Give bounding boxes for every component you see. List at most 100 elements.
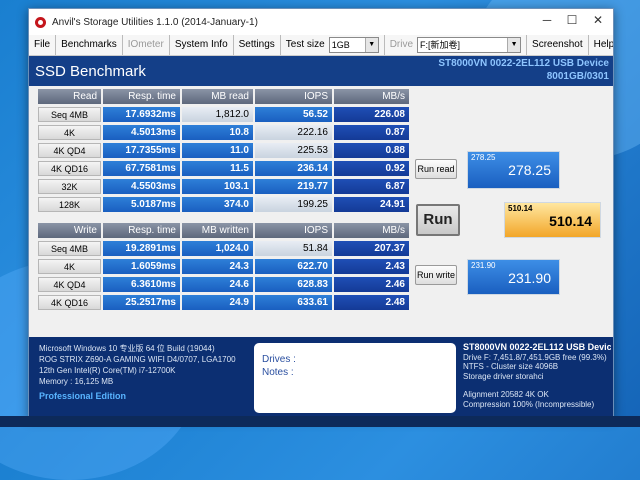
test-size-select[interactable]: 1GB ▼ <box>328 37 379 53</box>
mb-value: 1,024.0 <box>182 241 253 256</box>
write-header-mbs: MB/s <box>334 223 409 238</box>
page-title: SSD Benchmark <box>35 63 146 80</box>
write-score-small: 231.90 <box>471 261 496 270</box>
app-icon <box>35 16 46 28</box>
menu-iometer[interactable]: IOmeter <box>123 35 170 55</box>
menu-bar: File Benchmarks IOmeter System Info Sett… <box>29 35 613 56</box>
app-window: Anvil's Storage Utilities 1.1.0 (2014-Ja… <box>28 8 614 418</box>
run-read-button[interactable]: Run read <box>415 159 457 179</box>
total-score: 510.14 510.14 <box>504 202 601 238</box>
maximize-icon[interactable]: ☐ <box>559 13 585 27</box>
write-header-iops: IOPS <box>255 223 332 238</box>
write-header-resp: Resp. time <box>103 223 180 238</box>
run-button[interactable]: Run <box>416 204 460 236</box>
iops-value: 236.14 <box>255 161 332 176</box>
drive-select[interactable]: F:[新加卷] ▼ <box>417 37 522 53</box>
row-label: 4K <box>38 259 101 274</box>
row-label: 4K QD4 <box>38 143 101 158</box>
row-label: 4K <box>38 125 101 140</box>
iops-value: 51.84 <box>255 241 332 256</box>
resp-time-value: 67.7581ms <box>103 161 180 176</box>
read-score-small: 278.25 <box>471 153 496 162</box>
resp-time-value: 4.5503ms <box>103 179 180 194</box>
memory-info: Memory : 16,125 MB <box>39 377 114 386</box>
minimize-icon[interactable]: ─ <box>534 13 560 27</box>
iops-value: 225.53 <box>255 143 332 158</box>
edition-label: Professional Edition <box>39 391 127 401</box>
menu-screenshot[interactable]: Screenshot <box>527 35 589 55</box>
device-driver: Storage driver storahci <box>463 371 544 381</box>
mbs-value: 2.43 <box>334 259 409 274</box>
iops-value: 56.52 <box>255 107 332 122</box>
window-title: Anvil's Storage Utilities 1.1.0 (2014-Ja… <box>52 16 258 28</box>
total-score-big: 510.14 <box>549 213 592 229</box>
run-write-button[interactable]: Run write <box>415 265 457 285</box>
mb-value: 103.1 <box>182 179 253 194</box>
write-header-mb: MB written <box>182 223 253 238</box>
resp-time-value: 17.7355ms <box>103 143 180 158</box>
resp-time-value: 5.0187ms <box>103 197 180 212</box>
iops-value: 628.83 <box>255 277 332 292</box>
resp-time-value: 25.2517ms <box>103 295 180 310</box>
drive-value: F:[新加卷] <box>420 40 461 50</box>
iops-value: 222.16 <box>255 125 332 140</box>
mb-value: 11.5 <box>182 161 253 176</box>
read-score-big: 278.25 <box>508 162 551 178</box>
drives-label: Drives : <box>262 354 296 365</box>
device-name: ST8000VN 0022-2EL112 USB Device <box>438 58 609 69</box>
resp-time-value: 1.6059ms <box>103 259 180 274</box>
device-info-title: ST8000VN 0022-2EL112 USB Device 80 <box>463 343 611 352</box>
menu-benchmarks[interactable]: Benchmarks <box>56 35 123 55</box>
iops-value: 219.77 <box>255 179 332 194</box>
device-info: ST8000VN 0022-2EL112 USB Device 80 Drive… <box>463 343 611 410</box>
mbs-value: 0.92 <box>334 161 409 176</box>
benchmark-header: SSD Benchmark ST8000VN 0022-2EL112 USB D… <box>29 56 613 86</box>
row-label: 4K QD16 <box>38 295 101 310</box>
device-info-spacer <box>463 381 611 390</box>
mb-value: 1,812.0 <box>182 107 253 122</box>
os-info: Microsoft Windows 10 专业版 64 位 Build (190… <box>39 344 215 353</box>
mbs-value: 6.87 <box>334 179 409 194</box>
notes-label: Notes : <box>262 367 294 378</box>
system-info: Microsoft Windows 10 专业版 64 位 Build (190… <box>39 343 249 402</box>
menu-file[interactable]: File <box>29 35 57 55</box>
menu-system-info[interactable]: System Info <box>170 35 234 55</box>
notes-box[interactable]: Drives : Notes : <box>254 343 456 413</box>
write-score: 231.90 231.90 <box>467 259 560 295</box>
row-label: 128K <box>38 197 101 212</box>
mbs-value: 24.91 <box>334 197 409 212</box>
drive-group: Drive F:[新加卷] ▼ <box>385 35 528 55</box>
read-header-label: Read <box>38 89 101 104</box>
test-size-group: Test size 1GB ▼ <box>281 35 385 55</box>
mbs-value: 207.37 <box>334 241 409 256</box>
write-header-label: Write <box>38 223 101 238</box>
chevron-down-icon[interactable]: ▼ <box>507 38 521 52</box>
cpu-info: 12th Gen Intel(R) Core(TM) i7-12700K <box>39 366 176 375</box>
close-icon[interactable]: ✕ <box>585 13 611 27</box>
menu-settings[interactable]: Settings <box>234 35 281 55</box>
iops-value: 199.25 <box>255 197 332 212</box>
iops-value: 633.61 <box>255 295 332 310</box>
write-score-big: 231.90 <box>508 270 551 286</box>
read-header-mb: MB read <box>182 89 253 104</box>
device-drive-free: Drive F: 7,451.8/7,451.9GB free (99.3%) <box>463 352 607 362</box>
menu-help[interactable]: Help <box>589 35 613 55</box>
test-size-label: Test size <box>285 39 325 50</box>
taskbar <box>0 416 640 427</box>
mb-value: 24.3 <box>182 259 253 274</box>
device-firmware: 8001GB/0301 <box>546 71 609 82</box>
mbs-value: 0.87 <box>334 125 409 140</box>
row-label: Seq 4MB <box>38 107 101 122</box>
total-score-small: 510.14 <box>508 204 533 213</box>
mb-value: 10.8 <box>182 125 253 140</box>
read-header-resp: Resp. time <box>103 89 180 104</box>
mb-value: 11.0 <box>182 143 253 158</box>
read-header-iops: IOPS <box>255 89 332 104</box>
board-info: ROG STRIX Z690-A GAMING WIFI D4/0707, LG… <box>39 355 236 364</box>
mb-value: 374.0 <box>182 197 253 212</box>
device-filesystem: NTFS - Cluster size 4096B <box>463 362 559 372</box>
chevron-down-icon[interactable]: ▼ <box>364 38 378 52</box>
mbs-value: 2.46 <box>334 277 409 292</box>
row-label: 4K QD4 <box>38 277 101 292</box>
resp-time-value: 17.6932ms <box>103 107 180 122</box>
